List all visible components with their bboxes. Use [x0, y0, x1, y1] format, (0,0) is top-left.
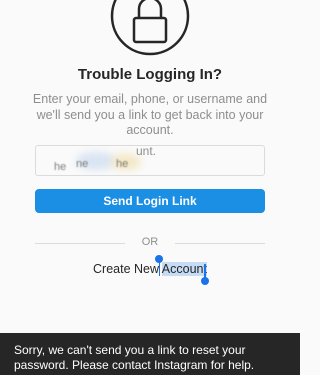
selected-text: Account	[161, 262, 207, 276]
instructions-text: Enter your email, phone, or username and…	[32, 92, 268, 137]
input-blurred-text: he	[116, 158, 129, 170]
create-account-link[interactable]: Create New Account	[0, 262, 300, 276]
lock-icon	[110, 0, 190, 56]
selection-end-caret	[204, 264, 206, 278]
selection-start-caret	[158, 262, 160, 276]
input-visible-text: unt.	[136, 145, 157, 158]
toast-message: Sorry, we can't send you a link to reset…	[14, 343, 255, 372]
or-divider: OR	[35, 236, 265, 252]
error-toast: Sorry, we can't send you a link to reset…	[0, 333, 300, 375]
create-account-prefix: Create New	[93, 262, 162, 276]
page-title: Trouble Logging In?	[77, 66, 223, 83]
input-blurred-text: ne	[76, 158, 89, 170]
input-blurred-text: he	[54, 161, 67, 173]
or-label: OR	[141, 236, 159, 248]
send-login-link-button[interactable]: Send Login Link	[35, 189, 265, 213]
selection-end-handle[interactable]	[201, 277, 209, 285]
username-input[interactable]: unt. he ne he	[35, 145, 265, 176]
